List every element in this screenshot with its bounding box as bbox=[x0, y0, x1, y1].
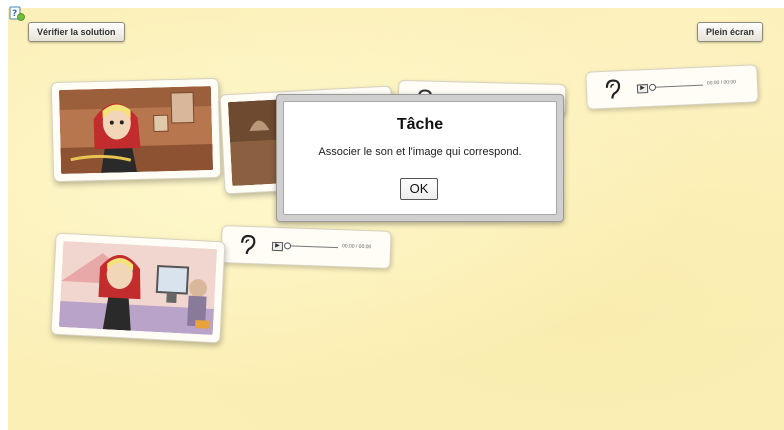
svg-text:?: ? bbox=[12, 9, 17, 19]
ok-button[interactable]: OK bbox=[400, 178, 438, 200]
image-card-1[interactable] bbox=[50, 77, 222, 183]
girl-computer-picture bbox=[58, 241, 218, 335]
dialog-message: Associer le son et l'image qui correspon… bbox=[318, 146, 522, 158]
progress-knob[interactable] bbox=[648, 83, 657, 92]
progress-track[interactable] bbox=[650, 84, 703, 88]
audio-time: 00:00 / 00:00 bbox=[341, 243, 372, 251]
play-button[interactable]: ▶ bbox=[271, 241, 284, 252]
ear-icon bbox=[238, 234, 257, 257]
girl-drawing-picture bbox=[58, 86, 214, 174]
check-solution-button[interactable]: Vérifier la solution bbox=[28, 22, 125, 42]
play-button[interactable]: ▶ bbox=[636, 84, 649, 94]
audio-player-2[interactable]: ▶ 00:00 / 00:00 bbox=[220, 225, 392, 269]
task-dialog-body: Tâche Associer le son et l'image qui cor… bbox=[283, 101, 557, 215]
task-dialog: Tâche Associer le son et l'image qui cor… bbox=[276, 94, 564, 222]
progress-knob[interactable] bbox=[283, 242, 292, 250]
help-icon[interactable]: ? bbox=[9, 4, 25, 22]
audio-player-1[interactable]: ▶ 00:00 / 00:00 bbox=[585, 64, 759, 110]
dialog-title: Tâche bbox=[396, 116, 444, 133]
ear-icon bbox=[603, 78, 622, 101]
fullscreen-button[interactable]: Plein écran bbox=[697, 22, 764, 42]
audio-time: 00:00 / 00:00 bbox=[706, 79, 737, 87]
progress-track[interactable] bbox=[286, 245, 339, 249]
image-card-3[interactable] bbox=[50, 232, 226, 344]
